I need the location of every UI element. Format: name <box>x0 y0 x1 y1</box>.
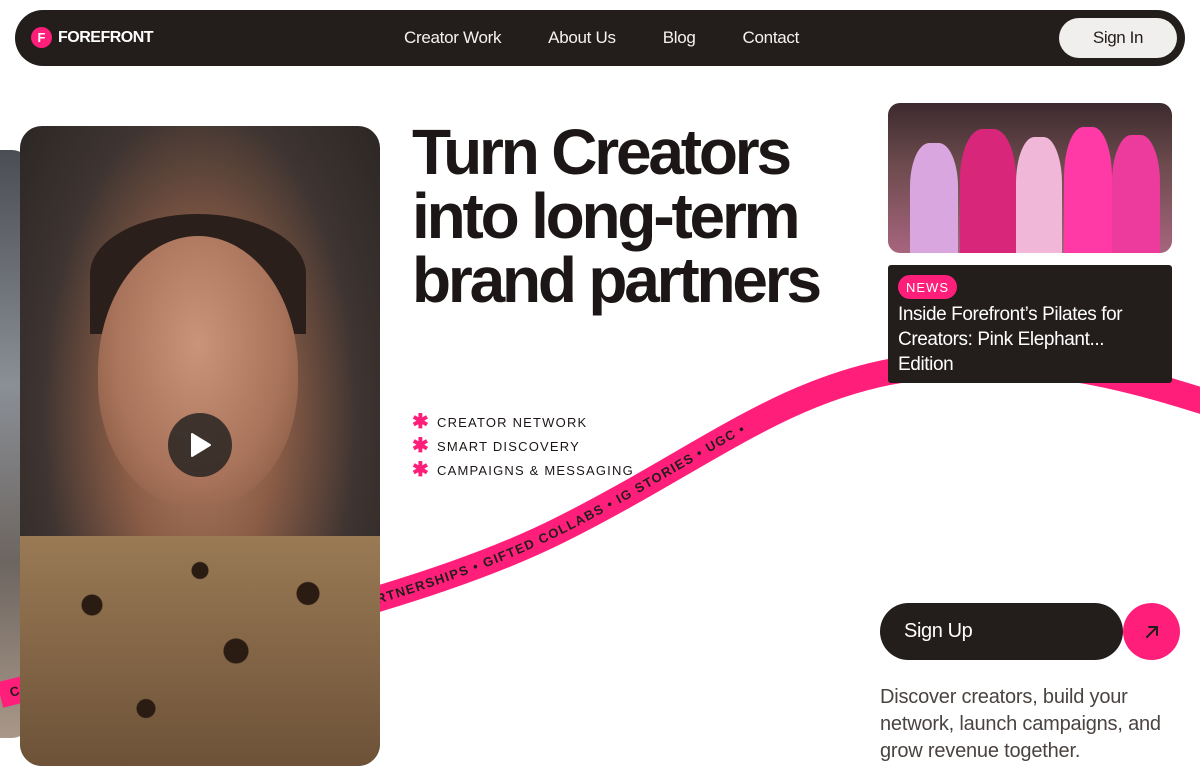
feature-label: SMART DISCOVERY <box>437 438 580 454</box>
logo-mark-icon: F <box>31 27 52 48</box>
feature-label: CREATOR NETWORK <box>437 414 588 430</box>
nav-link-contact[interactable]: Contact <box>743 28 800 48</box>
feature-item: ✱ SMART DISCOVERY <box>412 434 634 458</box>
sign-up-button[interactable]: Sign Up <box>880 603 1123 660</box>
top-navigation: F FOREFRONT Creator Work About Us Blog C… <box>15 10 1185 66</box>
news-badge: NEWS <box>898 275 957 299</box>
feature-list: ✱ CREATOR NETWORK ✱ SMART DISCOVERY ✱ CA… <box>412 410 634 482</box>
news-image-person <box>1016 137 1062 253</box>
arrow-up-right-icon <box>1145 625 1158 638</box>
news-image[interactable] <box>888 103 1172 253</box>
sign-up-arrow-button[interactable] <box>1123 603 1180 660</box>
hero-headline: Turn Creators into long-term brand partn… <box>412 116 822 316</box>
nav-link-about-us[interactable]: About Us <box>548 28 616 48</box>
news-image-person <box>910 143 958 253</box>
asterisk-icon: ✱ <box>412 459 430 481</box>
news-image-person <box>1112 135 1160 253</box>
feature-label: CAMPAIGNS & MESSAGING <box>437 462 634 478</box>
news-card[interactable]: NEWS Inside Forefront’s Pilates for Crea… <box>888 265 1172 383</box>
play-button[interactable] <box>168 413 232 477</box>
creator-video-card[interactable] <box>20 126 380 766</box>
nav-link-creator-work[interactable]: Creator Work <box>404 28 501 48</box>
feature-item: ✱ CREATOR NETWORK <box>412 410 634 434</box>
cta-description: Discover creators, build your network, l… <box>880 686 1161 762</box>
asterisk-icon: ✱ <box>412 411 430 433</box>
nav-links: Creator Work About Us Blog Contact <box>404 10 799 66</box>
news-title[interactable]: Inside Forefront’s Pilates for Creators:… <box>898 302 1160 377</box>
asterisk-icon: ✱ <box>412 435 430 457</box>
play-icon <box>191 433 211 457</box>
brand-name: FOREFRONT <box>58 28 154 46</box>
brand-logo[interactable]: F FOREFRONT <box>31 27 154 48</box>
feature-item: ✱ CAMPAIGNS & MESSAGING <box>412 458 634 482</box>
sign-in-button[interactable]: Sign In <box>1059 18 1177 58</box>
news-image-person <box>960 129 1016 253</box>
nav-link-blog[interactable]: Blog <box>663 28 696 48</box>
news-image-person <box>1064 127 1112 253</box>
video-frame-clothing <box>20 536 380 766</box>
